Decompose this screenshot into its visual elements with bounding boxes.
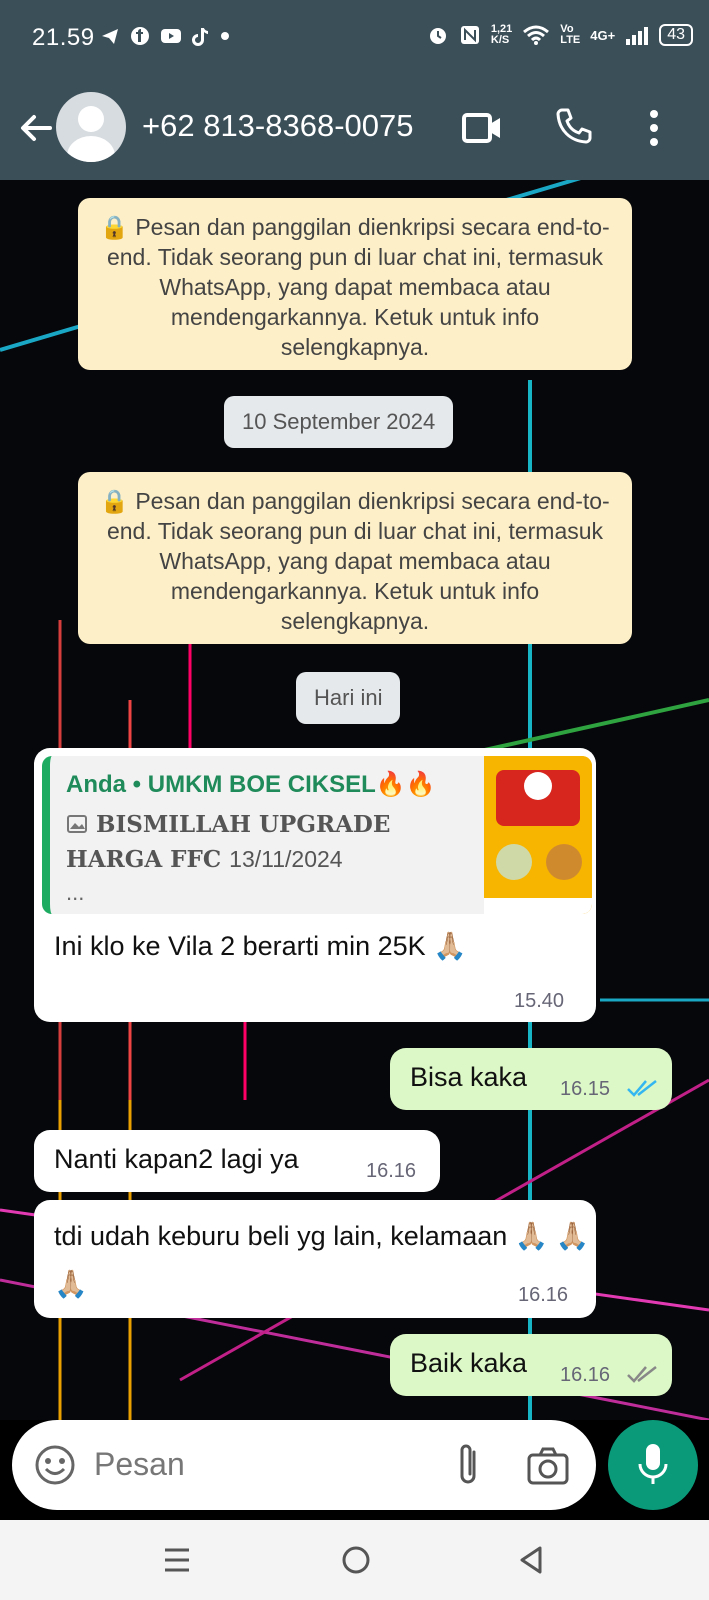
camera-icon[interactable]	[526, 1446, 570, 1486]
more-icon[interactable]	[648, 108, 660, 148]
message-text: Bisa kaka	[410, 1062, 528, 1092]
phone-icon[interactable]	[554, 106, 594, 146]
alarm-icon	[429, 28, 446, 44]
signal-icon	[626, 27, 649, 45]
volte-indicator: Vo LTE	[560, 23, 581, 46]
mic-button[interactable]	[608, 1420, 698, 1510]
dot-icon	[221, 32, 229, 40]
status-time: 21.59	[32, 24, 95, 51]
message-time: 16.15	[560, 1078, 611, 1100]
encryption-notice[interactable]: 🔒 Pesan dan panggilan dienkripsi secara …	[78, 198, 632, 370]
network-speed: 1,21 K/S	[490, 23, 513, 46]
status-app-icons	[100, 26, 230, 46]
emoji-icon[interactable]	[34, 1444, 76, 1486]
delivered-ticks-icon	[627, 1366, 657, 1383]
message-bubble-incoming[interactable]: Anda • UMKM BOE CIKSEL🔥🔥 BISMILLAH UPGRA…	[34, 748, 596, 1022]
message-bubble-outgoing[interactable]: Bisa kaka 16.15	[390, 1048, 672, 1110]
image-icon	[67, 815, 87, 833]
wifi-icon	[523, 25, 550, 45]
message-text: tdi udah keburu beli yg lain, kelamaan 🙏…	[54, 1221, 590, 1299]
system-nav-bar	[0, 1520, 709, 1600]
date-separator-today: Hari ini	[296, 672, 401, 724]
message-text: Baik kaka	[410, 1348, 528, 1378]
message-text: Ini klo ke Vila 2 berarti min 25K 🙏🏼	[54, 931, 467, 961]
nav-back-icon[interactable]	[516, 1544, 544, 1576]
message-bubble-outgoing[interactable]: Baik kaka 16.16	[390, 1334, 672, 1396]
message-bubble-incoming[interactable]: tdi udah keburu beli yg lain, kelamaan 🙏…	[34, 1200, 596, 1318]
chat-header: +62 813-8368-0075	[0, 80, 709, 180]
date-separator: 10 September 2024	[224, 396, 454, 448]
encryption-notice-2[interactable]: 🔒 Pesan dan panggilan dienkripsi secara …	[78, 472, 632, 644]
message-input[interactable]: Pesan	[94, 1446, 185, 1483]
youtube-icon	[161, 29, 181, 43]
avatar[interactable]	[56, 92, 126, 162]
chat-area[interactable]: 🔒 Pesan dan panggilan dienkripsi secara …	[0, 180, 709, 1420]
read-ticks-icon	[627, 1080, 657, 1097]
quoted-date: 13/11/2024	[229, 846, 343, 872]
thumbnail-image	[484, 756, 592, 914]
message-time: 16.16	[518, 1284, 569, 1306]
telegram-icon	[102, 29, 118, 44]
quoted-text: BISMILLAH UPGRADE HARGA FFC 13/11/2024	[66, 808, 396, 877]
tiktok-icon	[192, 28, 208, 46]
facebook-icon	[131, 27, 149, 45]
quoted-ellipsis: ...	[66, 880, 85, 905]
battery-indicator: 43	[659, 24, 693, 46]
video-call-icon[interactable]	[462, 110, 502, 146]
message-time: 16.16	[560, 1364, 611, 1386]
message-text: Nanti kapan2 lagi ya	[54, 1144, 299, 1174]
attach-icon[interactable]	[452, 1440, 486, 1490]
nfc-icon	[460, 26, 479, 44]
back-arrow-icon[interactable]	[16, 108, 56, 148]
home-icon[interactable]	[340, 1544, 372, 1576]
network-type: 4G+	[590, 27, 616, 43]
quoted-author: Anda • UMKM BOE CIKSEL🔥🔥	[66, 771, 436, 798]
recent-apps-icon[interactable]	[162, 1546, 192, 1574]
message-bubble-incoming[interactable]: Nanti kapan2 lagi ya 16.16	[34, 1130, 440, 1192]
message-time: 16.16	[366, 1160, 417, 1182]
status-system-icons: 1,21 K/S Vo LTE 4G+ 43	[427, 24, 693, 46]
status-bar: 21.59 1,21 K/S Vo LTE 4G+ 43	[0, 0, 709, 80]
quoted-message[interactable]: Anda • UMKM BOE CIKSEL🔥🔥 BISMILLAH UPGRA…	[42, 756, 592, 914]
contact-name[interactable]: +62 813-8368-0075	[142, 108, 414, 144]
mic-icon	[638, 1444, 668, 1484]
message-time: 15.40	[514, 990, 565, 1012]
quoted-thumbnail	[484, 756, 592, 914]
message-composer[interactable]: Pesan	[12, 1420, 596, 1510]
